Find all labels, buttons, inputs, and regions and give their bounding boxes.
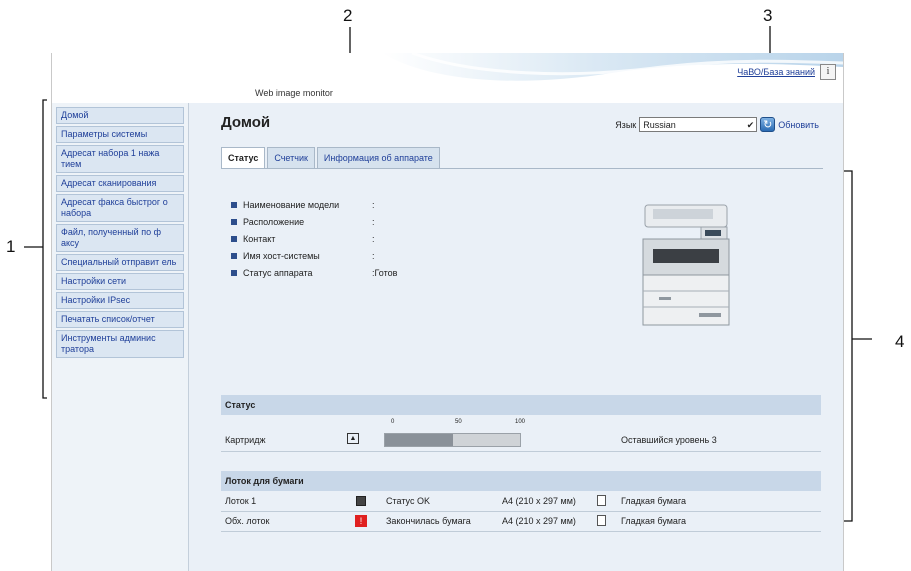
tab-counter[interactable]: Счетчик [267, 147, 315, 169]
cartridge-row: Картридж ▲ Оставшийся уровень 3 [221, 429, 821, 452]
cartridge-gauge-fill [385, 434, 453, 446]
faq-link[interactable]: ЧаВО/База знаний [737, 67, 815, 77]
refresh-icon[interactable]: ↻ [760, 117, 776, 132]
sidebar-item-speed-dial-fax[interactable]: Адресат факса быстрог о набора [56, 194, 184, 222]
info-label: Статус аппарата [243, 267, 313, 278]
sidebar-item-scan-destination[interactable]: Адресат сканирования [56, 175, 184, 192]
tray-name: Лоток 1 [225, 496, 257, 506]
tab-status[interactable]: Статус [221, 147, 266, 169]
printer-image [642, 204, 730, 326]
page-title: Домой [221, 114, 271, 131]
status-section-header: Статус [221, 395, 821, 415]
language-bar: Язык Russian ✔ ↻ Обновить [615, 117, 819, 132]
main-panel: Домой Язык Russian ✔ ↻ Обновить Статус С… [189, 103, 843, 571]
sidebar-nav: Домой Параметры системы Адресат набора 1… [56, 107, 184, 360]
info-label: Расположение [243, 216, 305, 227]
browser-frame: Web image monitor ЧаВО/База знаний i Дом… [51, 53, 844, 571]
cartridge-gauge [384, 433, 521, 447]
info-row-contact: Контакт : [231, 230, 397, 247]
info-row-hostname: Имя хост-системы : [231, 247, 397, 264]
gauge-tick-50: 50 [455, 419, 462, 425]
bullet-icon [231, 252, 237, 259]
info-value: : [372, 250, 375, 261]
sidebar-item-system-settings[interactable]: Параметры системы [56, 126, 184, 143]
sidebar: Домой Параметры системы Адресат набора 1… [52, 103, 189, 571]
gauge-tick-100: 100 [515, 419, 526, 425]
info-row-device-status: Статус аппарата :Готов [231, 264, 397, 281]
tray-status: Статус OK [386, 496, 430, 506]
callout-1: 1 [6, 237, 16, 256]
chevron-down-icon: ✔ [746, 120, 755, 130]
tray-size: A4 (210 x 297 мм) [502, 496, 576, 506]
sidebar-item-ipsec-settings[interactable]: Настройки IPsec [56, 292, 184, 309]
tray-size: A4 (210 x 297 мм) [502, 516, 576, 526]
tray-status: Закончилась бумага [386, 516, 471, 526]
info-row-location: Расположение : [231, 213, 397, 230]
info-value: :Готов [372, 267, 398, 278]
tab-underline [221, 168, 823, 169]
bullet-icon [231, 218, 237, 225]
paper-icon [597, 515, 606, 526]
bullet-icon [231, 201, 237, 208]
tray-section-header: Лоток для бумаги [221, 471, 821, 491]
tab-device-info[interactable]: Информация об аппарате [316, 147, 440, 169]
info-label: Наименование модели [243, 199, 340, 210]
sidebar-item-special-sender[interactable]: Специальный отправит ель [56, 254, 184, 271]
info-value: : [372, 199, 375, 210]
bullet-icon [231, 269, 237, 276]
sidebar-item-admin-tools[interactable]: Инструменты админис тратора [56, 330, 184, 358]
language-label: Язык [615, 119, 637, 130]
paper-icon [597, 495, 606, 506]
tray-ok-icon [356, 496, 366, 506]
sidebar-item-print-report[interactable]: Печатать список/отчет [56, 311, 184, 328]
language-select[interactable]: Russian ✔ [639, 117, 758, 132]
paper-out-icon: ! [355, 515, 367, 527]
refresh-button[interactable]: Обновить [778, 120, 819, 130]
language-value: Russian [643, 120, 676, 130]
info-label: Имя хост-системы [243, 250, 320, 261]
gauge-tick-0: 0 [391, 419, 395, 425]
info-row-model: Наименование модели : [231, 196, 397, 213]
tray-row: Лоток 1 Статус OK A4 (210 x 297 мм) Глад… [221, 492, 821, 512]
tray-paper-type: Гладкая бумага [621, 496, 687, 506]
info-value: : [372, 216, 375, 227]
remaining-level-text: Оставшийся уровень 3 [621, 435, 717, 445]
sidebar-item-received-fax-file[interactable]: Файл, полученный по ф аксу [56, 224, 184, 252]
header-banner: Web image monitor ЧаВО/База знаний i [52, 53, 843, 103]
bullet-icon [231, 235, 237, 242]
gauge-scale: 0 50 100 [391, 419, 531, 429]
sidebar-item-home[interactable]: Домой [56, 107, 184, 124]
info-icon[interactable]: i [820, 64, 836, 80]
info-label: Контакт [243, 233, 276, 244]
info-value: : [372, 233, 375, 244]
callout-2: 2 [343, 6, 353, 25]
banner-swoosh [382, 53, 843, 81]
tray-paper-type: Гладкая бумага [621, 516, 687, 526]
app-title: Web image monitor [255, 88, 333, 98]
sidebar-item-network-settings[interactable]: Настройки сети [56, 273, 184, 290]
tray-name: Обх. лоток [225, 516, 270, 526]
toner-icon: ▲ [347, 433, 359, 444]
tray-row: Обх. лоток ! Закончилась бумага A4 (210 … [221, 512, 821, 532]
sidebar-item-one-touch-destination[interactable]: Адресат набора 1 нажа тием [56, 145, 184, 173]
device-info-list: Наименование модели : Расположение : Кон… [231, 196, 397, 281]
callout-4: 4 [895, 332, 905, 351]
tab-bar: Статус Счетчик Информация об аппарате [221, 147, 442, 169]
callout-3: 3 [763, 6, 773, 25]
cartridge-label: Картридж [225, 435, 266, 445]
